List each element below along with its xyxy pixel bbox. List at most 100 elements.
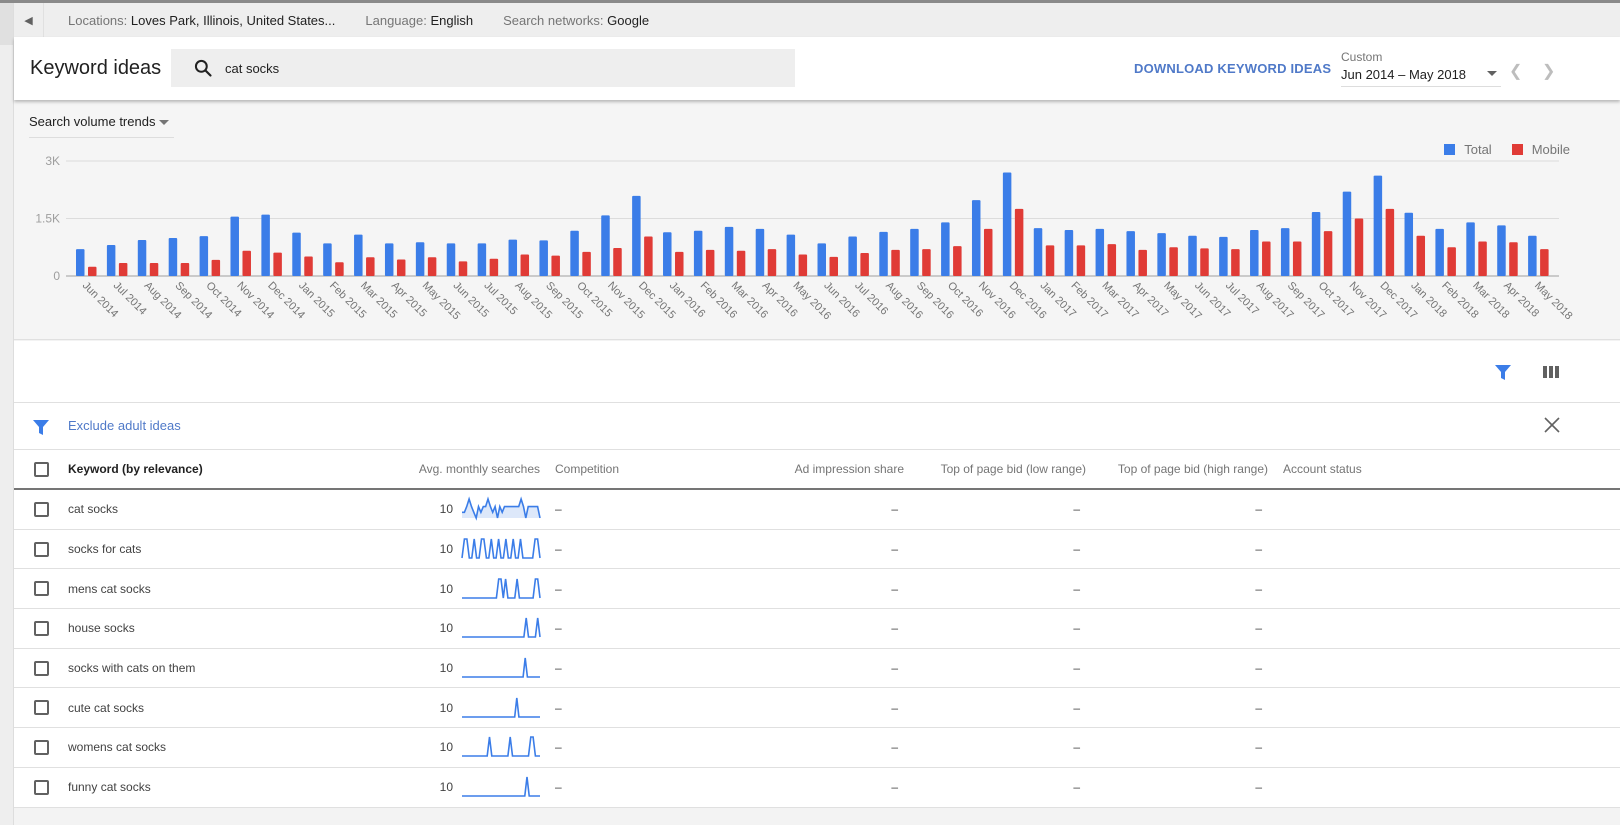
bar-total-feb-2016[interactable] [693,230,703,276]
bar-mobile-aug-2016[interactable] [891,249,900,276]
bar-mobile-jan-2015[interactable] [304,256,313,276]
bar-total-sep-2016[interactable] [910,228,919,276]
bar-total-oct-2017[interactable] [1311,211,1321,276]
trend-sparkline-cell[interactable] [461,530,541,569]
bar-total-feb-2015[interactable] [323,243,332,276]
select-all-checkbox[interactable] [34,461,49,477]
bar-mobile-aug-2015[interactable] [520,254,530,276]
bar-total-sep-2017[interactable] [1280,228,1290,276]
bar-total-aug-2016[interactable] [879,231,888,276]
row-checkbox[interactable] [34,501,49,517]
bar-total-apr-2017[interactable] [1126,231,1135,276]
trend-sparkline-cell[interactable] [461,609,541,648]
bar-mobile-oct-2015[interactable] [582,251,591,276]
bar-mobile-may-2017[interactable] [1169,247,1178,276]
table-row[interactable]: cat socks 10 – – – – [14,490,1620,530]
bar-total-mar-2015[interactable] [354,234,363,276]
bar-total-may-2018[interactable] [1528,235,1537,276]
bar-mobile-may-2016[interactable] [798,254,808,276]
row-checkbox[interactable] [34,581,49,597]
bar-mobile-nov-2014[interactable] [242,250,251,276]
bar-total-jun-2014[interactable] [76,249,85,276]
column-header-avg-monthly-searches[interactable]: Avg. monthly searches [314,450,540,488]
keyword-search-box[interactable] [171,49,795,87]
column-header-competition[interactable]: Competition [555,450,619,488]
bar-mobile-jun-2017[interactable] [1200,248,1209,276]
bar-mobile-may-2018[interactable] [1540,249,1549,276]
bar-mobile-apr-2018[interactable] [1509,242,1518,276]
filter-icon[interactable] [1494,363,1512,381]
bar-mobile-sep-2017[interactable] [1292,241,1302,277]
bar-total-nov-2014[interactable] [230,216,239,276]
bar-mobile-nov-2015[interactable] [613,248,622,276]
bar-total-feb-2017[interactable] [1064,230,1074,276]
bar-total-may-2015[interactable] [415,242,425,276]
chevron-left-icon[interactable]: ❮ [1509,61,1522,81]
columns-icon[interactable] [1542,363,1560,381]
row-checkbox[interactable] [34,739,49,755]
bar-total-apr-2018[interactable] [1497,225,1506,276]
table-row[interactable]: house socks 10 – – – – [14,609,1620,649]
bar-total-jun-2017[interactable] [1188,235,1197,276]
bar-mobile-aug-2014[interactable] [149,262,159,276]
legend-item-mobile[interactable]: Mobile [1511,142,1570,157]
left-rail-selected[interactable] [0,3,13,45]
bar-mobile-jul-2017[interactable] [1231,249,1240,276]
bar-mobile-apr-2015[interactable] [396,259,406,276]
bar-total-aug-2015[interactable] [508,239,518,276]
bar-total-dec-2016[interactable] [1002,172,1012,277]
networks-setting[interactable]: Search networks: Google [503,13,649,28]
bar-mobile-nov-2017[interactable] [1354,218,1364,277]
bar-mobile-sep-2015[interactable] [551,255,560,276]
bar-total-aug-2014[interactable] [137,239,147,276]
bar-total-dec-2015[interactable] [632,195,641,276]
bar-total-apr-2016[interactable] [755,228,765,276]
bar-total-mar-2017[interactable] [1095,228,1105,276]
bar-mobile-jan-2017[interactable] [1045,245,1055,276]
bar-total-jun-2015[interactable] [446,243,456,276]
bar-total-jul-2014[interactable] [106,244,116,276]
bar-mobile-oct-2017[interactable] [1323,231,1333,276]
locations-setting[interactable]: Locations: Loves Park, Illinois, United … [68,13,335,28]
row-checkbox[interactable] [34,660,49,676]
bar-mobile-jul-2016[interactable] [860,253,869,276]
bar-total-nov-2016[interactable] [971,200,981,276]
bar-mobile-feb-2015[interactable] [335,262,344,276]
bar-mobile-oct-2014[interactable] [211,259,221,276]
bar-mobile-jul-2014[interactable] [118,262,128,276]
bar-total-jul-2015[interactable] [477,243,487,276]
bar-total-jan-2015[interactable] [292,232,301,276]
bar-total-mar-2018[interactable] [1466,222,1475,276]
bar-mobile-dec-2015[interactable] [644,236,653,276]
bar-total-oct-2015[interactable] [570,230,579,276]
bar-mobile-feb-2018[interactable] [1447,247,1456,276]
table-row[interactable]: funny cat socks 10 – – – – [14,768,1620,808]
bar-total-dec-2017[interactable] [1373,175,1383,276]
bar-mobile-jan-2016[interactable] [675,251,684,276]
bar-mobile-mar-2015[interactable] [366,257,375,276]
bar-total-jun-2016[interactable] [817,243,827,276]
column-header-account-status[interactable]: Account status [1283,450,1362,488]
download-keyword-ideas-button[interactable]: DOWNLOAD KEYWORD IDEAS [1134,61,1331,76]
trend-sparkline-cell[interactable] [461,728,541,767]
bar-mobile-jun-2015[interactable] [458,261,468,276]
bar-mobile-sep-2014[interactable] [180,262,190,276]
trend-sparkline-cell[interactable] [461,490,541,529]
row-checkbox[interactable] [34,620,49,636]
bar-mobile-mar-2017[interactable] [1107,244,1117,276]
bar-mobile-aug-2017[interactable] [1262,241,1271,277]
bar-total-jan-2016[interactable] [663,232,672,276]
row-checkbox[interactable] [34,779,49,795]
bar-total-sep-2015[interactable] [539,240,548,276]
bar-mobile-nov-2016[interactable] [983,228,993,276]
bar-total-aug-2017[interactable] [1250,230,1259,276]
bar-total-jul-2016[interactable] [848,236,857,276]
bar-total-jan-2017[interactable] [1033,228,1043,276]
bar-mobile-dec-2016[interactable] [1014,208,1024,276]
bar-mobile-oct-2016[interactable] [953,246,962,276]
table-row[interactable]: mens cat socks 10 – – – – [14,569,1620,610]
collapse-button[interactable]: ◀ [14,3,44,37]
trend-sparkline-cell[interactable] [461,569,541,608]
bar-total-may-2017[interactable] [1157,233,1166,276]
close-icon[interactable] [1542,415,1562,435]
